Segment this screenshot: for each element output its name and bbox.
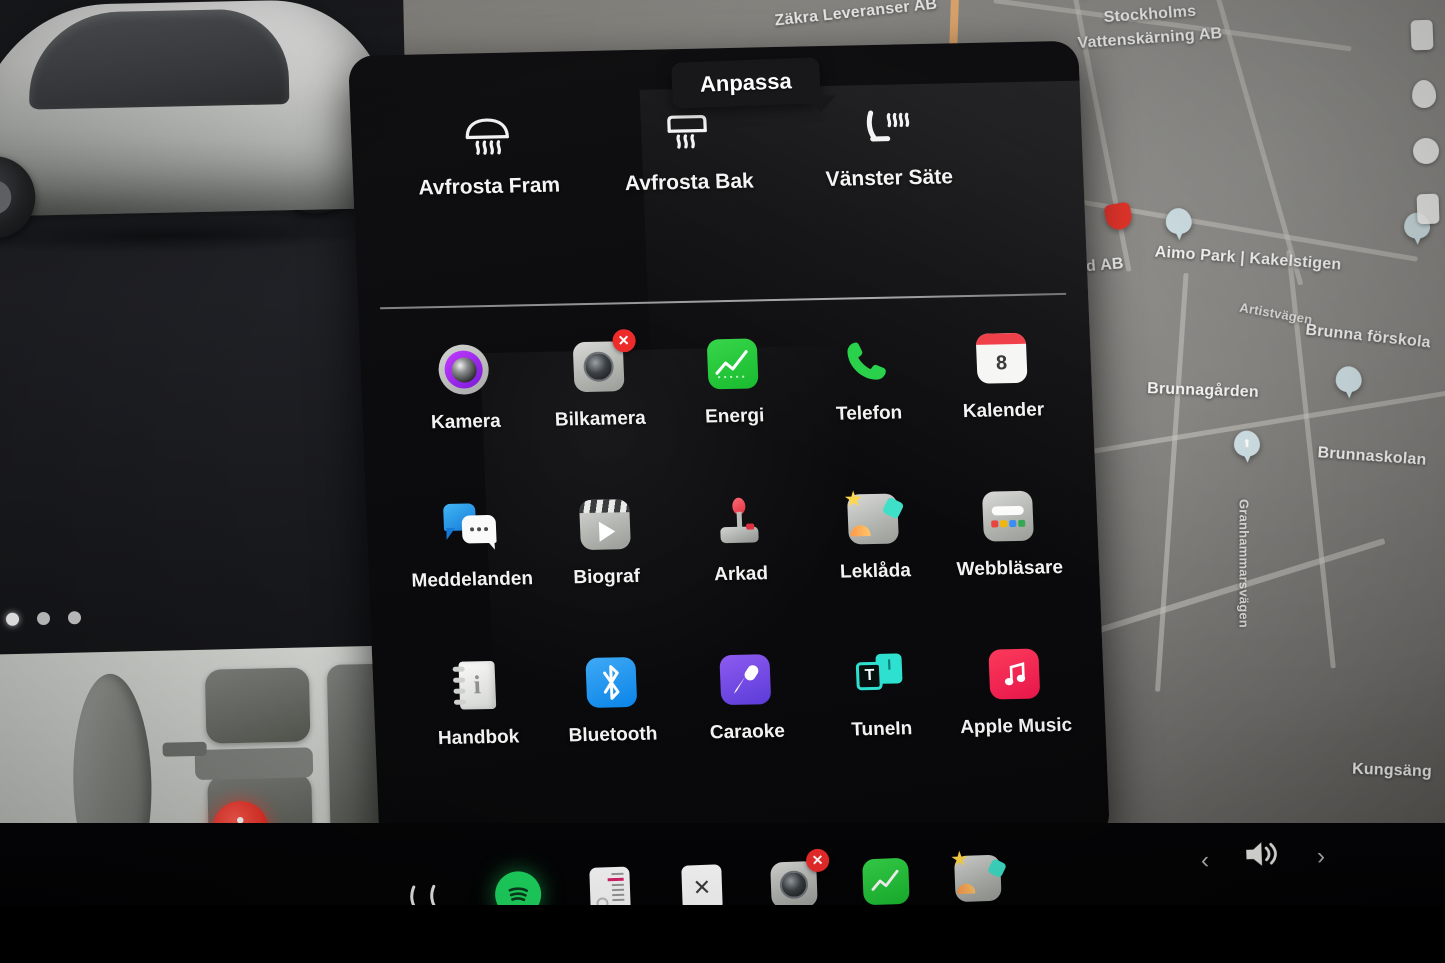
map-pin-stockholms[interactable]: ⌂ [1070, 0, 1097, 1]
app-label: Biograf [573, 565, 641, 589]
center-console [194, 747, 314, 781]
anpassa-button[interactable]: Anpassa [671, 57, 821, 109]
camera-icon [435, 341, 493, 398]
car-page-indicator[interactable] [5, 611, 82, 626]
app-caraoke[interactable]: Caraoke [677, 650, 815, 745]
app-label: Telefon [835, 402, 903, 425]
map-label: Brunnagården [1146, 380, 1260, 401]
calendar-day: 8 [995, 352, 1008, 375]
calendar-icon: 8 [972, 330, 1030, 387]
tunein-icon: I T [851, 648, 909, 705]
app-telefon[interactable]: Telefon [799, 332, 937, 427]
taskbar-toybox-icon[interactable]: ★ [950, 848, 1008, 905]
steering-column [162, 741, 207, 757]
app-label: Energi [704, 405, 765, 428]
app-bilkamera[interactable]: ✕ Bilkamera [530, 328, 668, 432]
browser-icon [979, 488, 1037, 545]
app-label: Bilkamera [554, 407, 647, 431]
map-pin-brunnagarden[interactable]: ⬆ [1233, 430, 1261, 465]
app-bluetooth[interactable]: Bluetooth [543, 653, 681, 748]
app-label: Kamera [430, 410, 502, 434]
page-dot-3[interactable] [67, 611, 82, 625]
app-tunein[interactable]: I T TuneIn [811, 647, 949, 742]
phone-icon [838, 333, 896, 390]
map-road-e [1155, 272, 1189, 692]
app-label: TuneIn [850, 718, 913, 741]
app-launcher-panel[interactable]: Avfrosta Fram Avfrosta Bak Vänster Säte … [347, 40, 1111, 856]
badge-close[interactable]: ✕ [611, 328, 636, 353]
app-label: Meddelanden [411, 568, 534, 592]
prev-track-button[interactable]: ‹ [1201, 846, 1210, 874]
taskbar-volume-controls[interactable]: ‹ › [1200, 835, 1325, 882]
app-label: Handbok [437, 726, 520, 750]
map-pin-poi-3[interactable] [1335, 366, 1363, 401]
map-label: Granhammarsvägen [1236, 499, 1252, 628]
app-label: Leklåda [839, 560, 912, 583]
map-pin-poi-1[interactable] [1165, 207, 1193, 243]
app-label: Caraoke [709, 720, 786, 744]
map-pin-button[interactable] [1411, 79, 1437, 109]
app-leklada[interactable]: ★ Leklåda [805, 486, 943, 585]
app-label: Webbläsare [956, 557, 1064, 581]
app-apple-music[interactable]: Apple Music [946, 645, 1084, 740]
toybox-icon: ★ [843, 486, 905, 547]
app-label: Apple Music [959, 714, 1073, 739]
volume-icon[interactable] [1242, 836, 1283, 880]
badge-close[interactable]: ✕ [805, 848, 830, 873]
theater-icon [575, 496, 633, 553]
app-meddelanden[interactable]: Meddelanden [402, 498, 540, 593]
map-locate-button[interactable] [1412, 137, 1440, 165]
messages-icon [441, 499, 499, 556]
app-kamera[interactable]: Kamera [396, 340, 534, 435]
karaoke-icon [716, 651, 774, 708]
map-pin-food-ab[interactable] [1103, 201, 1134, 238]
app-label: Arkad [713, 563, 769, 586]
bluetooth-icon [582, 654, 640, 711]
car-camera-icon: ✕ [569, 328, 636, 395]
seat-heater-left-icon [860, 96, 914, 151]
car-shadow [0, 214, 385, 257]
climate-defrost-rear[interactable]: Avfrosta Bak [586, 99, 790, 197]
seat-front-left [204, 667, 311, 744]
anpassa-pointer-arrow [805, 95, 837, 113]
next-track-button[interactable]: › [1316, 842, 1325, 870]
page-dot-2[interactable] [36, 611, 51, 626]
arcade-icon [710, 493, 768, 550]
panel-divider [380, 292, 1067, 310]
climate-label: Avfrosta Bak [624, 169, 755, 196]
climate-quick-actions[interactable]: Avfrosta Fram Avfrosta Bak Vänster Säte [386, 94, 1030, 201]
screen-bezel-bottom [0, 905, 1445, 963]
app-handbok[interactable]: i Handbok [408, 656, 546, 751]
map-controls[interactable] [1403, 19, 1445, 225]
climate-label: Vänster Säte [825, 165, 954, 191]
climate-defrost-front[interactable]: Avfrosta Fram [386, 103, 590, 201]
app-arkad[interactable]: Arkad [671, 492, 809, 587]
app-grid[interactable]: Kamera ✕ Bilkamera Energi Telefon 8 Kale… [396, 328, 1084, 751]
manual-icon: i [447, 657, 505, 714]
page-dot-1[interactable] [5, 612, 20, 626]
app-webblasare[interactable]: Webbläsare [939, 487, 1077, 582]
map-label: Kungsäng [1351, 760, 1433, 781]
taskbar-car-camera-icon[interactable]: ✕ [767, 848, 830, 912]
app-label: Kalender [962, 399, 1045, 423]
apple-music-icon [985, 645, 1043, 702]
defrost-front-icon [459, 105, 515, 160]
app-energi[interactable]: Energi [664, 335, 802, 430]
map-layers-button[interactable] [1416, 193, 1440, 225]
climate-label: Avfrosta Fram [418, 173, 561, 200]
app-label: Bluetooth [568, 723, 658, 747]
app-kalender[interactable]: 8 Kalender [933, 329, 1071, 424]
map-list-button[interactable] [1410, 19, 1434, 51]
energy-icon [703, 335, 761, 392]
taskbar-energy-icon[interactable] [859, 855, 913, 909]
app-biograf[interactable]: Biograf [536, 495, 674, 590]
defrost-rear-icon [662, 100, 712, 155]
tesla-touchscreen: ⌂ ⬆ Zäkra Leveranser ABStockholmsVattens… [0, 0, 1445, 963]
